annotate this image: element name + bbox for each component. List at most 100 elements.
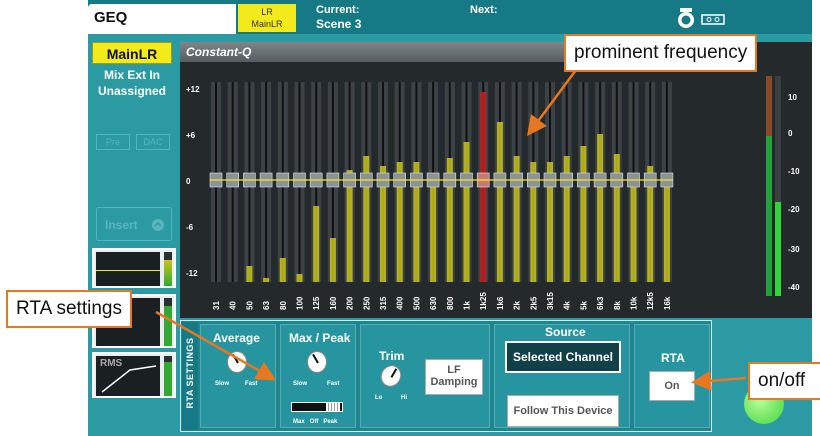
rta-bar bbox=[430, 186, 437, 282]
band-label: 315 bbox=[379, 296, 388, 310]
band-label: 50 bbox=[245, 301, 254, 310]
meter-scale-label: 10 bbox=[788, 93, 797, 102]
compressor-curve-icon bbox=[101, 365, 157, 393]
rta-bar bbox=[246, 266, 253, 282]
band-label: 16k bbox=[663, 296, 672, 310]
rta-bar bbox=[597, 134, 604, 282]
band-label: 630 bbox=[429, 296, 438, 310]
pre-button[interactable]: Pre bbox=[96, 134, 130, 150]
band-label: 1k bbox=[463, 301, 472, 310]
band-label: 12k5 bbox=[646, 292, 655, 310]
dac-button[interactable]: DAC bbox=[136, 134, 170, 150]
geq-thumbnail[interactable] bbox=[92, 248, 176, 288]
max-peak-slow-label: Slow bbox=[293, 381, 308, 387]
meter-scale-label: -10 bbox=[788, 167, 800, 176]
page-title: GEQ bbox=[88, 4, 236, 34]
on-off-callout: on/off bbox=[748, 362, 820, 400]
rta-settings-label: RTA SETTINGS bbox=[182, 322, 198, 430]
max-peak-section: Max / Peak Slow Fast Max Off Peak bbox=[280, 324, 356, 428]
geq-fader-bank: +12+60-6-12100-10-20-30-4031 40 50 63 80 100 1… bbox=[186, 76, 800, 310]
band-label: 400 bbox=[396, 296, 405, 310]
rta-title: RTA bbox=[661, 351, 685, 365]
band-label: 6k3 bbox=[596, 296, 605, 310]
mix-select-tab[interactable]: LR MainLR bbox=[238, 4, 296, 32]
band-label: 40 bbox=[229, 301, 238, 310]
rta-bar bbox=[329, 238, 336, 282]
trim-title: Trim bbox=[379, 349, 405, 363]
rta-bar bbox=[463, 142, 470, 282]
rta-bar bbox=[580, 146, 587, 282]
rta-bar bbox=[263, 278, 270, 282]
insert-button[interactable]: Insert bbox=[96, 207, 172, 241]
max-peak-knob[interactable] bbox=[307, 351, 327, 373]
band-label: 500 bbox=[412, 296, 421, 310]
follow-device-button[interactable]: Follow This Device bbox=[507, 395, 619, 427]
lf-damping-button[interactable]: LF Damping bbox=[425, 359, 483, 395]
master-meter-left-hot bbox=[766, 76, 772, 136]
band-label: 160 bbox=[329, 296, 338, 310]
average-slow-label: Slow bbox=[215, 381, 230, 387]
status-icons bbox=[676, 6, 736, 30]
average-fast-label: Fast bbox=[245, 381, 258, 387]
rta-on-button[interactable]: On bbox=[649, 371, 695, 401]
average-knob[interactable] bbox=[227, 351, 247, 373]
band-label: 5k bbox=[579, 301, 588, 310]
trim-knob[interactable] bbox=[376, 361, 406, 391]
band-label: 100 bbox=[296, 296, 305, 310]
band-label: 8k bbox=[613, 301, 622, 310]
max-peak-fast-label: Fast bbox=[327, 381, 340, 387]
level-meter bbox=[164, 306, 172, 346]
mix-ext-label: Mix Ext In bbox=[103, 68, 160, 82]
selected-channel-button[interactable]: Selected Channel bbox=[505, 341, 621, 373]
rta-settings-callout: RTA settings bbox=[6, 290, 132, 328]
gain-scale-label: +6 bbox=[186, 131, 196, 140]
band-label: 1k6 bbox=[496, 296, 505, 310]
trim-lo-label: Lo bbox=[375, 395, 383, 401]
source-section: Source Selected Channel Follow This Devi… bbox=[494, 324, 630, 428]
trim-section: Trim Lo Hi LF Damping bbox=[360, 324, 490, 428]
power-icon bbox=[152, 219, 164, 231]
selector-thumb[interactable] bbox=[326, 403, 340, 411]
band-label: 250 bbox=[362, 296, 371, 310]
level-meter bbox=[164, 260, 172, 286]
gain-scale-label: -12 bbox=[186, 269, 198, 278]
rta-bar bbox=[496, 122, 503, 282]
gain-scale-label: -6 bbox=[186, 223, 194, 232]
rta-bar bbox=[313, 206, 320, 282]
next-scene-label: Next: bbox=[470, 4, 498, 16]
rms-thumbnail[interactable]: RMS bbox=[92, 352, 176, 398]
lf-damping-label-line1: LF bbox=[447, 364, 461, 376]
average-title: Average bbox=[213, 331, 260, 345]
max-peak-selector[interactable] bbox=[291, 402, 343, 412]
band-label: 3k15 bbox=[546, 292, 555, 310]
rta-bar bbox=[296, 274, 303, 282]
mix-assign-label: Unassigned bbox=[97, 84, 166, 98]
rta-bar bbox=[663, 178, 670, 282]
meter-scale-label: -20 bbox=[788, 205, 800, 214]
max-peak-title: Max / Peak bbox=[289, 331, 351, 345]
band-label: 800 bbox=[446, 296, 455, 310]
master-meter-left-level bbox=[766, 136, 772, 296]
rta-bar bbox=[279, 258, 286, 282]
device-status-icon bbox=[678, 8, 725, 28]
current-scene-value: Scene 3 bbox=[316, 17, 362, 31]
mix-type-label: LR bbox=[261, 7, 273, 17]
band-label: 63 bbox=[262, 301, 271, 310]
level-meter bbox=[164, 362, 172, 396]
gain-scale-label: +12 bbox=[186, 85, 200, 94]
mix-name-badge[interactable]: MainLR bbox=[92, 42, 172, 64]
gain-scale-label: 0 bbox=[186, 177, 191, 186]
average-section: Average Slow Fast bbox=[200, 324, 276, 428]
band-label: 125 bbox=[312, 296, 321, 310]
band-label: 80 bbox=[279, 301, 288, 310]
prominent-frequency-callout: prominent frequency bbox=[564, 34, 758, 72]
insert-label: Insert bbox=[105, 218, 138, 232]
band-label: 1k25 bbox=[479, 292, 488, 310]
band-label: 2k5 bbox=[529, 296, 538, 310]
max-peak-slider-labels: Max Off Peak bbox=[293, 419, 338, 425]
master-meter-right-level bbox=[775, 202, 781, 296]
current-scene-label: Current: bbox=[316, 4, 360, 16]
rta-onoff-section: RTA On bbox=[634, 324, 710, 428]
trim-hi-label: Hi bbox=[401, 395, 407, 401]
geq-type-title: Constant-Q bbox=[180, 42, 580, 62]
